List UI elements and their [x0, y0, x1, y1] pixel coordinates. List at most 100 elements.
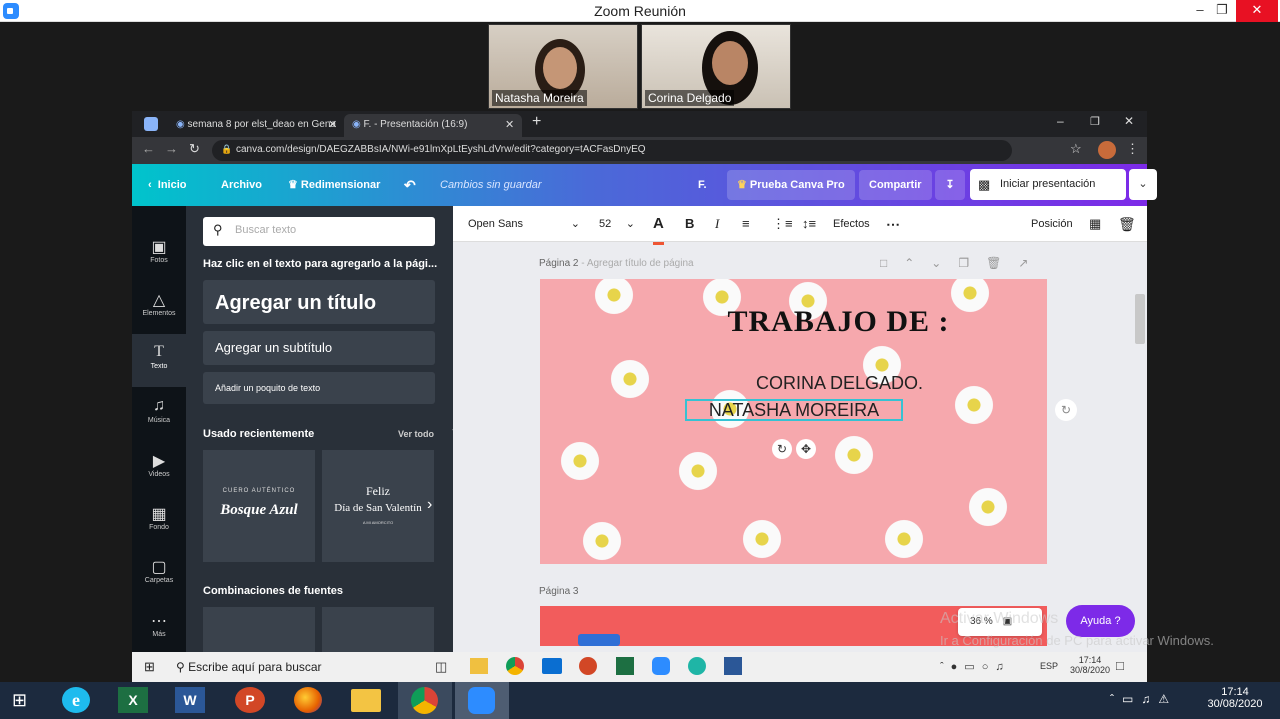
add-heading-button[interactable]: Agregar un título [203, 280, 435, 324]
list-icon[interactable]: ⋮≡ [772, 206, 793, 242]
transparency-icon[interactable]: ▦ [1089, 206, 1101, 242]
task-view-icon[interactable]: ◫ [435, 659, 447, 675]
rail-item-music[interactable]: ♫ Música [132, 394, 186, 444]
rail-item-more[interactable]: ⋯ Más [132, 608, 186, 658]
panel-hint: Haz clic en el texto para agregarlo a la… [203, 258, 438, 270]
mail-icon[interactable] [542, 658, 562, 674]
chrome-taskbar-slot[interactable] [398, 682, 452, 719]
close-tab-icon[interactable]: ✕ [328, 118, 337, 131]
align-icon[interactable]: ≡ [742, 206, 750, 242]
refresh-icon[interactable]: ↻ [1055, 399, 1077, 421]
browser-menu-icon[interactable]: ⋮ [1126, 141, 1139, 157]
rail-item-text[interactable]: T Texto [132, 334, 186, 387]
rotate-handle-icon[interactable]: ↻ [772, 439, 792, 459]
design-title[interactable]: F. [698, 164, 707, 206]
rail-item-elements[interactable]: △ Elementos [132, 287, 186, 337]
url-input[interactable]: 🔒 canva.com/design/DAEGZABBsIA/NWi-e91lm… [212, 140, 1012, 161]
rail-item-folders[interactable]: ▢ Carpetas [132, 554, 186, 604]
word-icon[interactable]: W [175, 687, 205, 713]
close-button[interactable]: ✕ [1236, 0, 1278, 22]
word-icon[interactable] [724, 657, 742, 675]
file-explorer-icon[interactable] [470, 658, 488, 674]
restore-button[interactable]: ❐ [1090, 115, 1100, 128]
browser-tab-active[interactable]: ◉ F. - Presentación (16:9) [344, 114, 522, 137]
home-button[interactable]: ‹ Inicio [148, 164, 187, 206]
font-template-thumbnail[interactable]: CUERO AUTÉNTICO Bosque Azul [203, 450, 315, 562]
canva-pro-button[interactable]: ♛ Prueba Canva Pro [727, 170, 855, 200]
download-icon[interactable]: ↧ [935, 170, 965, 200]
more-icon: ⋯ [151, 613, 167, 630]
minimize-button[interactable]: – [1057, 114, 1064, 128]
undo-icon[interactable]: ↶ [404, 164, 416, 206]
tab-search-icon[interactable] [144, 117, 158, 131]
slide-title[interactable]: TRABAJO DE : [540, 305, 1047, 339]
spacing-icon[interactable]: ↕≡ [802, 206, 816, 242]
present-button[interactable]: ▩ Iniciar presentación [970, 169, 1126, 200]
internet-explorer-icon[interactable]: e [62, 687, 90, 713]
search-input[interactable]: ⚲ Buscar texto [203, 217, 435, 246]
close-button[interactable]: ✕ [1124, 114, 1134, 128]
close-tab-icon[interactable]: ✕ [505, 118, 514, 131]
forward-icon[interactable]: → [165, 141, 178, 156]
slide-shape [578, 634, 620, 646]
tray-icons[interactable]: ˆ●▭○♫ [940, 660, 1011, 673]
tray-icons[interactable]: ˆ▭♫⚠ [1110, 692, 1177, 706]
font-size-select[interactable]: 52 ⌄ [599, 206, 635, 242]
zoom-taskbar-slot[interactable] [455, 682, 509, 719]
participant-tile[interactable]: Natasha Moreira [488, 24, 638, 109]
selected-text-box[interactable]: NATASHA MOREIRA [685, 399, 903, 421]
bookmark-star-icon[interactable]: ☆ [1070, 141, 1082, 157]
rail-item-background[interactable]: ▦ Fondo [132, 501, 186, 551]
font-combo-thumbnail[interactable] [322, 607, 434, 652]
zoom-app-icon[interactable] [652, 657, 670, 675]
bold-icon[interactable]: B [685, 206, 694, 242]
move-handle-icon[interactable]: ✥ [796, 439, 816, 459]
file-explorer-icon[interactable] [351, 689, 381, 712]
clock[interactable]: 17:14 30/8/2020 [1070, 655, 1110, 675]
windows-start-icon[interactable]: ⊞ [12, 690, 27, 711]
effects-button[interactable]: Efectos [833, 206, 870, 242]
powerpoint-icon[interactable] [579, 657, 597, 675]
search-box[interactable]: ⚲ Escribe aquí para buscar [176, 660, 322, 674]
restore-button[interactable]: ❐ [1206, 0, 1238, 22]
browser-tab[interactable]: ◉ semana 8 por elst_deao en Gena [168, 114, 340, 137]
language-indicator[interactable]: ESP [1040, 661, 1058, 671]
firefox-icon[interactable] [294, 687, 322, 713]
reload-icon[interactable]: ↻ [189, 141, 200, 157]
slide-page-2[interactable]: TRABAJO DE : CORINA DELGADO. NATASHA MOR… [540, 279, 1047, 564]
resize-button[interactable]: ♛ Redimensionar [288, 164, 380, 206]
notification-icon[interactable]: □ [1116, 658, 1124, 673]
back-icon[interactable]: ← [142, 141, 155, 156]
profile-avatar[interactable] [1098, 141, 1116, 159]
clock[interactable]: 17:14 30/08/2020 [1200, 686, 1270, 710]
font-family-select[interactable]: Open Sans ⌄ [468, 206, 580, 242]
new-tab-icon[interactable]: + [532, 113, 541, 131]
italic-icon[interactable]: I [715, 206, 719, 242]
edge-icon[interactable] [688, 657, 706, 675]
excel-icon[interactable] [616, 657, 634, 675]
font-combo-thumbnail[interactable] [203, 607, 315, 652]
present-dropdown-icon[interactable]: ⌄ [1129, 169, 1157, 200]
add-subheading-button[interactable]: Agregar un subtítulo [203, 331, 435, 365]
delete-icon[interactable]: 🗑 [1118, 206, 1136, 242]
chrome-icon[interactable] [506, 657, 524, 675]
windows-start-icon[interactable]: ⊞ [144, 659, 155, 675]
excel-icon[interactable]: X [118, 687, 148, 713]
rail-item-videos[interactable]: ▶ Videos [132, 448, 186, 498]
participant-tile[interactable]: Corina Delgado [641, 24, 791, 109]
add-body-text-button[interactable]: Añadir un poquito de texto [203, 372, 435, 404]
file-menu-button[interactable]: Archivo [221, 164, 262, 206]
powerpoint-icon[interactable]: P [235, 687, 265, 713]
slide-text-line[interactable]: CORINA DELGADO. [540, 373, 1047, 394]
more-options-icon[interactable]: ⋯ [886, 206, 900, 242]
rail-item-photos[interactable]: ▣ Fotos [132, 234, 186, 284]
photo-icon: ▣ [151, 239, 167, 256]
see-all-link[interactable]: Ver todo [398, 429, 434, 439]
chevron-right-icon[interactable]: › [427, 496, 432, 514]
position-button[interactable]: Posición [1031, 206, 1073, 242]
vertical-scrollbar[interactable] [1135, 294, 1145, 344]
font-template-thumbnail[interactable]: Feliz Día de San Valentín A MI AMORCITO [322, 450, 434, 562]
text-color-icon[interactable]: A [653, 206, 664, 245]
share-button[interactable]: Compartir [859, 170, 932, 200]
page-actions[interactable]: □⌃⌄❐🗑↗ [880, 256, 1045, 270]
